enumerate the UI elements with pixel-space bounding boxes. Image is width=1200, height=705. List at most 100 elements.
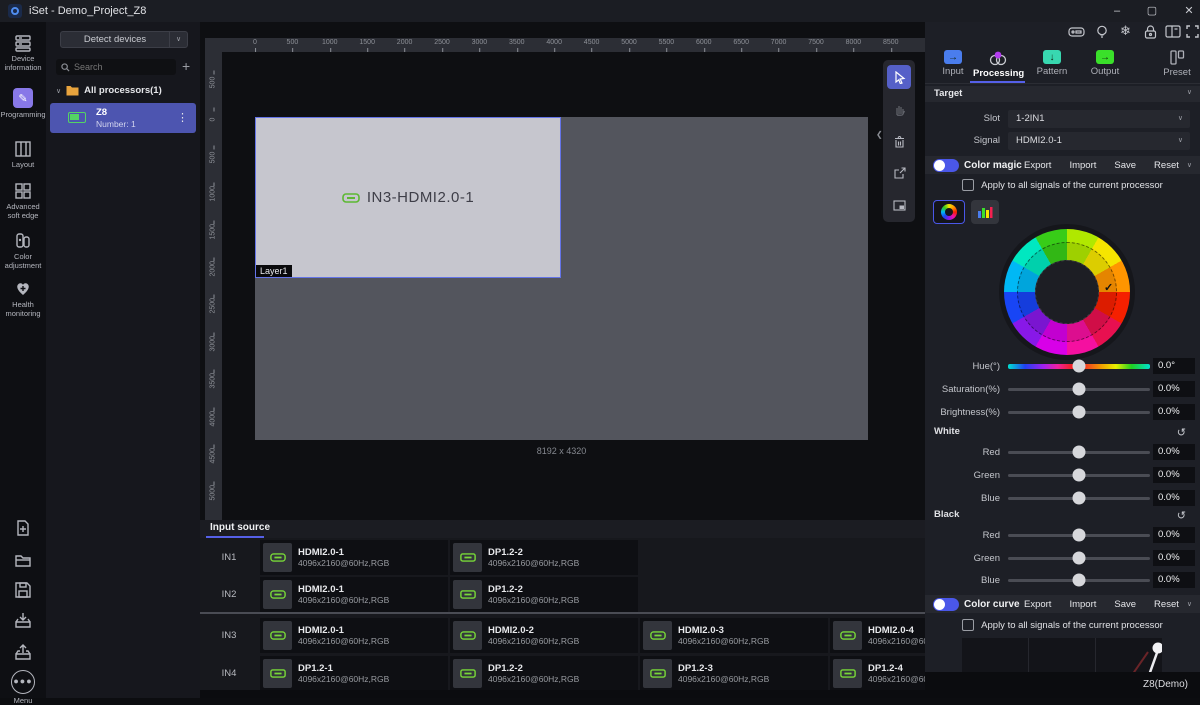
tab-pattern[interactable]: ↓ Pattern [1030,50,1074,77]
layer[interactable]: IN3-HDMI2.0-1 Layer1 [255,117,561,278]
slider-thumb[interactable] [1072,468,1086,482]
color-magic-toggle[interactable] [933,158,959,172]
add-device-button[interactable]: + [182,58,190,74]
open-project-icon[interactable] [13,550,33,570]
maximize-button[interactable]: ▢ [1135,0,1169,22]
panel-layout-icon[interactable] [1165,25,1181,38]
save-button[interactable]: Save [1114,599,1136,610]
color-curve-editor[interactable] [962,638,1162,673]
source-cell[interactable]: DP1.2-2 4096x2160@60Hz,RGB [450,540,638,575]
source-cell[interactable]: DP1.2-2 4096x2160@60Hz,RGB [450,656,638,691]
slider-thumb[interactable] [1072,359,1086,373]
sidebar-item-device-information[interactable]: Device information [0,34,46,72]
hue-value[interactable]: 0.0° [1153,358,1195,374]
tree-node-all-processors[interactable]: ∨ All processors(1) [56,85,162,96]
curve-handle[interactable] [1152,642,1163,654]
source-cell[interactable]: HDMI2.0-1 4096x2160@60Hz,RGB [260,618,448,653]
save-button[interactable]: Save [1114,160,1136,171]
export-button[interactable]: Export [1024,160,1051,171]
search-box[interactable] [56,59,176,75]
source-cell[interactable]: DP1.2-44096x2160@60Hz,RGB [830,656,925,691]
source-cell[interactable]: HDMI2.0-1 4096x2160@60Hz,RGB [260,540,448,575]
chevron-down-icon[interactable]: ∨ [1187,600,1192,608]
hue-slider[interactable] [1008,359,1150,373]
device-case-icon[interactable] [1068,25,1085,39]
save-icon[interactable] [13,580,33,600]
export-view-button[interactable] [887,161,911,185]
lock-icon[interactable] [1144,25,1157,39]
brightness-value[interactable]: 0.0% [1153,404,1195,420]
screen-area[interactable]: IN3-HDMI2.0-1 Layer1 [255,117,868,440]
snowflake-icon[interactable]: ❄ [1120,23,1131,39]
color-curve-toggle[interactable] [933,597,959,611]
slider-thumb[interactable] [1072,491,1086,505]
signal-select[interactable]: HDMI2.0-1 ∨ [1008,132,1190,150]
histogram-mode-button[interactable] [971,200,999,224]
source-cell[interactable]: HDMI2.0-2 4096x2160@60Hz,RGB [450,618,638,653]
sidebar-item-health-monitoring[interactable]: Health monitoring [0,280,46,318]
tab-preset[interactable]: Preset [1157,50,1197,78]
black-red-slider[interactable] [1008,528,1150,542]
chevron-down-icon[interactable]: ∨ [1187,161,1192,169]
search-input[interactable] [74,62,164,72]
table-scrollbar[interactable] [200,612,925,614]
sidebar-item-advanced-soft-edge[interactable]: Advanced soft edge [0,182,46,220]
slider-thumb[interactable] [1072,445,1086,459]
sidebar-item-layout[interactable]: Layout [0,140,46,170]
source-cell[interactable]: HDMI2.0-44096x2160@60Hz,RGB [830,618,925,653]
reset-icon[interactable]: ↺ [1177,426,1186,439]
slider-thumb[interactable] [1072,573,1086,587]
apply-all-checkbox[interactable] [962,179,975,191]
device-item-z8[interactable]: Z8 Number: 1 ⋮ [50,103,196,133]
reset-icon[interactable]: ↺ [1177,509,1186,522]
pip-view-button[interactable] [887,193,911,217]
close-button[interactable]: ✕ [1172,0,1200,22]
saturation-slider[interactable] [1008,382,1150,396]
delete-tool-button[interactable] [887,129,911,153]
wheel-mode-button[interactable] [933,200,965,224]
chevron-down-icon[interactable]: ∨ [1187,88,1192,96]
color-wheel[interactable]: ✓ [999,224,1135,360]
source-cell[interactable]: DP1.2-2 4096x2160@60Hz,RGB [450,577,638,612]
minimize-button[interactable]: – [1100,0,1134,22]
export-button[interactable]: Export [1024,599,1051,610]
apply-all-checkbox[interactable] [962,619,975,631]
slider-thumb[interactable] [1072,382,1086,396]
source-cell[interactable]: HDMI2.0-3 4096x2160@60Hz,RGB [640,618,828,653]
menu-button[interactable]: ●●● [11,670,35,694]
source-cell[interactable]: HDMI2.0-1 4096x2160@60Hz,RGB [260,577,448,612]
tab-output[interactable]: → Output [1083,50,1127,77]
black-green-slider[interactable] [1008,551,1150,565]
white-blue-slider[interactable] [1008,491,1150,505]
device-menu-icon[interactable]: ⋮ [177,111,188,124]
export-file-icon[interactable] [13,642,33,662]
slider-thumb[interactable] [1072,405,1086,419]
chevron-down-icon[interactable]: ∨ [169,32,187,47]
fullscreen-icon[interactable] [1186,25,1199,38]
sidebar-item-color-adjustment[interactable]: Color adjustment [0,232,46,270]
slider-thumb[interactable] [1072,551,1086,565]
import-file-icon[interactable] [13,610,33,630]
white-green-slider[interactable] [1008,468,1150,482]
select-tool-button[interactable] [887,65,911,89]
slider-thumb[interactable] [1072,528,1086,542]
import-button[interactable]: Import [1069,160,1096,171]
source-cell[interactable]: DP1.2-3 4096x2160@60Hz,RGB [640,656,828,691]
toolbar-collapse-icon[interactable]: ❮ [876,130,883,139]
brightness-slider[interactable] [1008,405,1150,419]
source-cell[interactable]: DP1.2-1 4096x2160@60Hz,RGB [260,656,448,691]
slot-select[interactable]: 1-2IN1 ∨ [1008,110,1190,128]
detect-devices-button[interactable]: Detect devices ∨ [60,31,188,48]
lightbulb-icon[interactable] [1096,25,1108,40]
reset-button[interactable]: Reset [1154,160,1179,171]
tab-processing[interactable]: Processing [973,50,1024,79]
sidebar-item-programming[interactable]: ✎ Programming [0,88,46,120]
pan-tool-button[interactable] [887,97,911,121]
black-blue-slider[interactable] [1008,573,1150,587]
import-button[interactable]: Import [1069,599,1096,610]
tab-input[interactable]: → Input [933,50,973,77]
reset-button[interactable]: Reset [1154,599,1179,610]
layout-canvas[interactable]: 0 500 1000 1500 2000 2500 3000 3500 4000 4500 5000… [200,22,925,520]
tree-expander-icon[interactable]: ∨ [56,87,61,95]
new-project-icon[interactable] [13,518,33,538]
